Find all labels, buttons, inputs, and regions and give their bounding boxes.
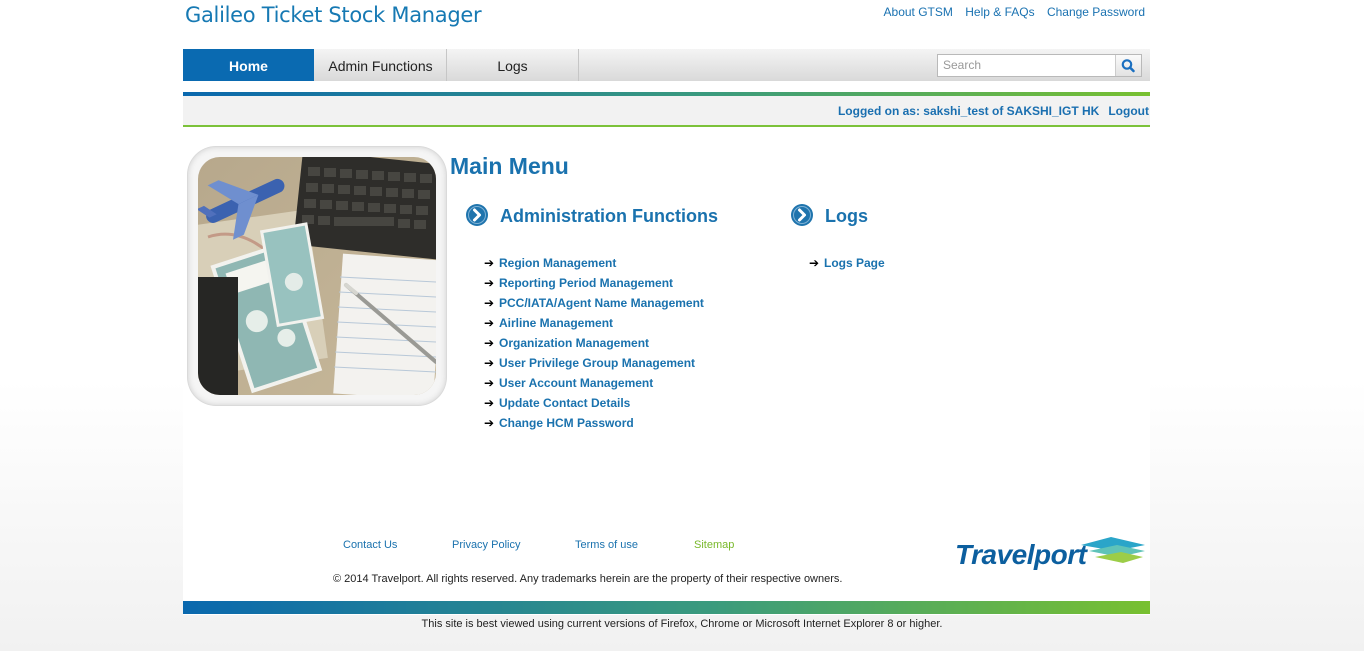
logo-text: Travelport xyxy=(955,539,1087,570)
search-button[interactable] xyxy=(1115,55,1141,76)
chevron-circle-icon xyxy=(466,204,488,226)
sitemap-link[interactable]: Sitemap xyxy=(694,539,734,551)
admin-functions-heading: Administration Functions xyxy=(500,206,718,226)
arrow-right-icon: ➔ xyxy=(809,256,820,270)
logged-on-text: Logged on as: sakshi_test of SAKSHI_IGT … xyxy=(837,104,1100,118)
arrow-right-icon: ➔ xyxy=(484,336,495,350)
arrow-right-icon: ➔ xyxy=(484,256,495,270)
session-info: Logged on as: sakshi_test of SAKSHI_IGT … xyxy=(838,104,1149,118)
browser-notice: This site is best viewed using current v… xyxy=(421,618,943,630)
update-contact-details-link[interactable]: Update Contact Details xyxy=(499,396,630,410)
main-nav: Home Admin Functions Logs xyxy=(183,49,1150,81)
region-management-link[interactable]: Region Management xyxy=(499,256,616,270)
search-input[interactable] xyxy=(938,55,1115,74)
tab-logs[interactable]: Logs xyxy=(447,49,579,81)
travel-photo xyxy=(198,157,436,395)
footer-stripe xyxy=(183,601,1150,614)
reporting-period-management-link[interactable]: Reporting Period Management xyxy=(499,276,673,290)
logs-page-link[interactable]: Logs Page xyxy=(824,256,885,270)
arrow-right-icon: ➔ xyxy=(484,296,495,310)
arrow-right-icon: ➔ xyxy=(484,416,495,430)
tab-home[interactable]: Home xyxy=(183,49,314,81)
organization-management-link[interactable]: Organization Management xyxy=(499,336,649,350)
logs-heading: Logs xyxy=(825,206,868,226)
help-faqs-link[interactable]: Help & FAQs xyxy=(965,5,1034,19)
page-container: Galileo Ticket Stock Manager About GTSM … xyxy=(183,0,1150,615)
search-icon xyxy=(1121,59,1135,73)
arrow-right-icon: ➔ xyxy=(484,376,495,390)
tab-admin-functions[interactable]: Admin Functions xyxy=(315,49,447,81)
arrow-right-icon: ➔ xyxy=(484,316,495,330)
logout-link[interactable]: Logout xyxy=(1108,104,1149,118)
change-password-link[interactable]: Change Password xyxy=(1047,5,1145,19)
terms-of-use-link[interactable]: Terms of use xyxy=(575,539,638,551)
app-title: Galileo Ticket Stock Manager xyxy=(185,3,482,27)
chevron-circle-icon xyxy=(791,204,813,226)
arrow-right-icon: ➔ xyxy=(484,276,495,290)
arrow-right-icon: ➔ xyxy=(484,396,495,410)
travelport-wing-icon xyxy=(1081,537,1145,563)
copyright-text: © 2014 Travelport. All rights reserved. … xyxy=(333,573,843,585)
page-title: Main Menu xyxy=(450,153,569,179)
contact-us-link[interactable]: Contact Us xyxy=(343,539,397,551)
about-gtsm-link[interactable]: About GTSM xyxy=(884,5,953,19)
change-hcm-password-link[interactable]: Change HCM Password xyxy=(499,416,634,430)
search-box xyxy=(937,54,1142,77)
session-bar: Logged on as: sakshi_test of SAKSHI_IGT … xyxy=(183,96,1150,127)
arrow-right-icon: ➔ xyxy=(484,356,495,370)
pcc-iata-agent-name-management-link[interactable]: PCC/IATA/Agent Name Management xyxy=(499,296,704,310)
travel-photo-frame xyxy=(188,147,446,405)
top-links: About GTSM Help & FAQs Change Password xyxy=(875,5,1145,19)
airline-management-link[interactable]: Airline Management xyxy=(499,316,613,330)
privacy-policy-link[interactable]: Privacy Policy xyxy=(452,539,520,551)
user-account-management-link[interactable]: User Account Management xyxy=(499,376,653,390)
user-privilege-group-management-link[interactable]: User Privilege Group Management xyxy=(499,356,695,370)
